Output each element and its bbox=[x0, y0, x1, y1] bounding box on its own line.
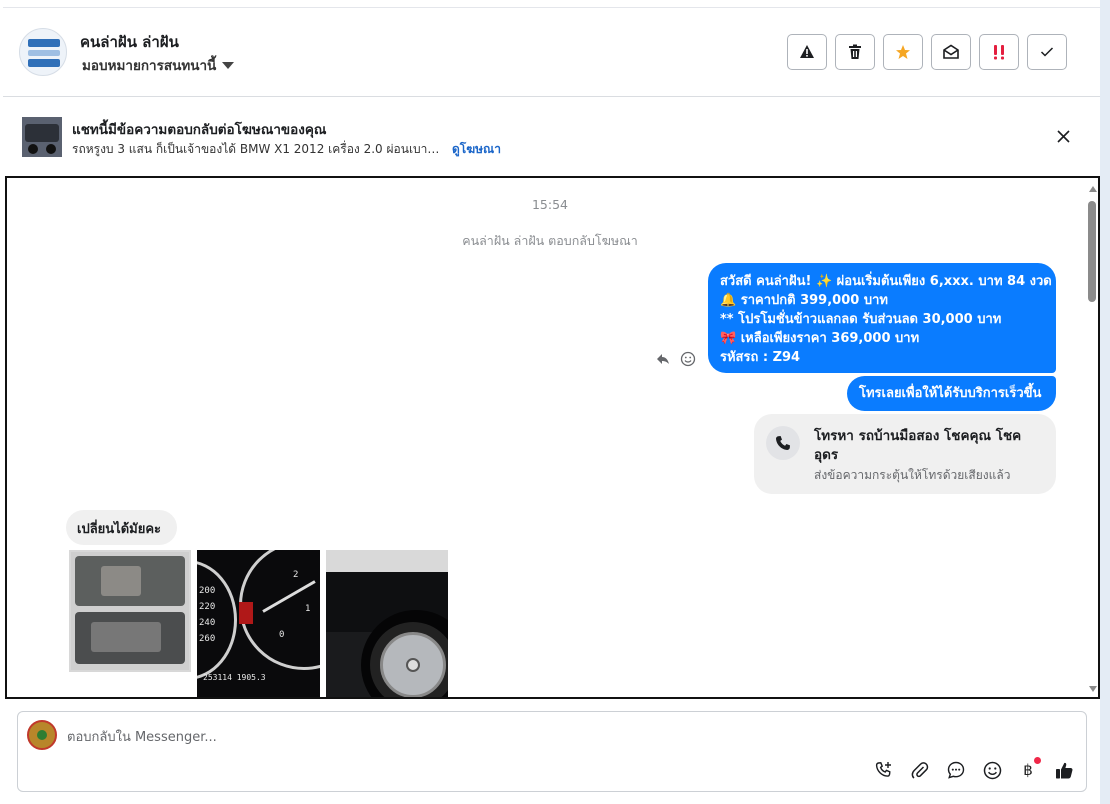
contact-name[interactable]: คนล่าฝัน ล่าฝัน bbox=[80, 30, 179, 54]
envelope-open-icon bbox=[943, 44, 959, 59]
close-icon bbox=[1056, 129, 1070, 143]
ad-context-banner: แชทนี้มีข้อความตอบกลับต่อโฆษณาของคุณ รถห… bbox=[3, 97, 1100, 175]
outgoing-message-bubble[interactable]: สวัสดี คนล่าฝัน! ✨ ผ่อนเริ่มต้นเพียง 6,x… bbox=[708, 263, 1056, 373]
close-banner-button[interactable] bbox=[1053, 126, 1073, 146]
trash-icon bbox=[849, 44, 861, 59]
outgoing-cta-bubble[interactable]: โทรเลยเพื่อให้ได้รับบริการเร็วขึ้น bbox=[847, 376, 1056, 411]
message-line: 🎀 เหลือเพียงราคา 369,000 บาท bbox=[720, 331, 920, 346]
odometer-readout: 253114 1905.3 bbox=[203, 673, 266, 682]
message-line: 🔔 ราคาปกติ 399,000 บาท bbox=[720, 293, 888, 308]
contact-avatar[interactable] bbox=[19, 28, 67, 76]
message-line: ** โปรโมชั่นข้าวแลกลด รับส่วนลด 30,000 บ… bbox=[720, 312, 1002, 327]
assign-conversation-dropdown[interactable]: มอบหมายการสนทนานี้ bbox=[82, 54, 235, 76]
call-request-card[interactable]: โทรหา รถบ้านมือสอง โชคคุณ โชคอุดร ส่งข้อ… bbox=[754, 414, 1056, 494]
right-rail bbox=[1100, 0, 1110, 804]
inbox-conversation: คนล่าฝัน ล่าฝัน มอบหมายการสนทนานี้ แชทนี… bbox=[0, 0, 1110, 804]
star-icon bbox=[896, 45, 910, 59]
scrollbar-thumb[interactable] bbox=[1088, 201, 1096, 302]
emoji-react-icon[interactable] bbox=[680, 351, 696, 367]
emoji-icon[interactable] bbox=[981, 759, 1003, 781]
gauge-label: 0 bbox=[279, 630, 285, 640]
mark-unread-button[interactable] bbox=[931, 34, 971, 70]
report-spam-button[interactable] bbox=[787, 34, 827, 70]
page-avatar bbox=[27, 720, 57, 750]
dashboard-photo[interactable]: 200 220 240 260 2 1 0 253114 1905.3 bbox=[197, 550, 320, 697]
thread-scrollbar[interactable] bbox=[1087, 182, 1098, 697]
incoming-message-bubble[interactable]: เปลี่ยนได้มัยคะ bbox=[66, 510, 177, 545]
ad-banner-title: แชทนี้มีข้อความตอบกลับต่อโฆษณาของคุณ bbox=[72, 122, 327, 138]
mark-done-button[interactable] bbox=[1027, 34, 1067, 70]
notification-dot bbox=[1034, 757, 1041, 764]
gauge-label: 2 bbox=[293, 570, 299, 580]
payment-icon[interactable]: ฿ bbox=[1017, 757, 1041, 781]
star-button[interactable] bbox=[883, 34, 923, 70]
delete-button[interactable] bbox=[835, 34, 875, 70]
message-thread[interactable]: 15:54 คนล่าฝัน ล่าฝัน ตอบกลับโฆษณา สวัสด… bbox=[5, 176, 1100, 699]
wheel-photo[interactable] bbox=[326, 550, 448, 697]
gauge-label: 240 bbox=[199, 618, 216, 628]
call-card-title: โทรหา รถบ้านมือสอง โชคคุณ โชคอุดร bbox=[814, 428, 1022, 463]
message-line: รหัสรถ : Z94 bbox=[720, 350, 801, 365]
composer-toolbar: ฿ bbox=[873, 757, 1075, 781]
reply-input[interactable] bbox=[67, 727, 767, 747]
assign-label: มอบหมายการสนทนานี้ bbox=[82, 58, 217, 74]
reply-composer: ฿ bbox=[17, 711, 1087, 792]
engine-photo[interactable] bbox=[69, 550, 191, 672]
gauge-label: 200 bbox=[199, 586, 216, 596]
caret-down-icon bbox=[222, 61, 235, 69]
scroll-down-arrow-icon[interactable] bbox=[1089, 686, 1097, 692]
reply-icon[interactable] bbox=[656, 353, 670, 365]
check-icon bbox=[1040, 47, 1054, 57]
gauge-label: 260 bbox=[199, 634, 216, 644]
call-card-subtitle: ส่งข้อความกระตุ้นให้โทรด้วยเสียงแล้ว bbox=[814, 468, 1011, 482]
ad-thumbnail[interactable] bbox=[22, 117, 62, 157]
alert-icon bbox=[800, 45, 814, 58]
gauge-label: 220 bbox=[199, 602, 216, 612]
attachment-icon[interactable] bbox=[909, 759, 931, 781]
message-actions bbox=[656, 351, 696, 367]
phone-icon bbox=[766, 426, 800, 460]
priority-icon bbox=[994, 45, 1004, 60]
thumbs-up-icon[interactable] bbox=[1053, 759, 1075, 781]
message-timestamp: 15:54 bbox=[531, 197, 569, 212]
baht-symbol: ฿ bbox=[1023, 761, 1033, 779]
saved-reply-icon[interactable] bbox=[945, 759, 967, 781]
priority-button[interactable] bbox=[979, 34, 1019, 70]
ad-description: รถหรูงบ 3 แสน ก็เป็นเจ้าของได้ BMW X1 20… bbox=[72, 142, 442, 156]
system-message: คนล่าฝัน ล่าฝัน ตอบกลับโฆษณา bbox=[462, 233, 638, 248]
message-line: สวัสดี คนล่าฝัน! ✨ ผ่อนเริ่มต้นเพียง 6,x… bbox=[720, 274, 1052, 289]
conversation-header: คนล่าฝัน ล่าฝัน มอบหมายการสนทนานี้ bbox=[3, 8, 1100, 97]
call-add-icon[interactable] bbox=[873, 759, 895, 781]
view-ad-link[interactable]: ดูโฆษณา bbox=[452, 140, 501, 159]
gauge-label: 1 bbox=[305, 604, 311, 614]
scroll-up-arrow-icon[interactable] bbox=[1089, 186, 1097, 192]
